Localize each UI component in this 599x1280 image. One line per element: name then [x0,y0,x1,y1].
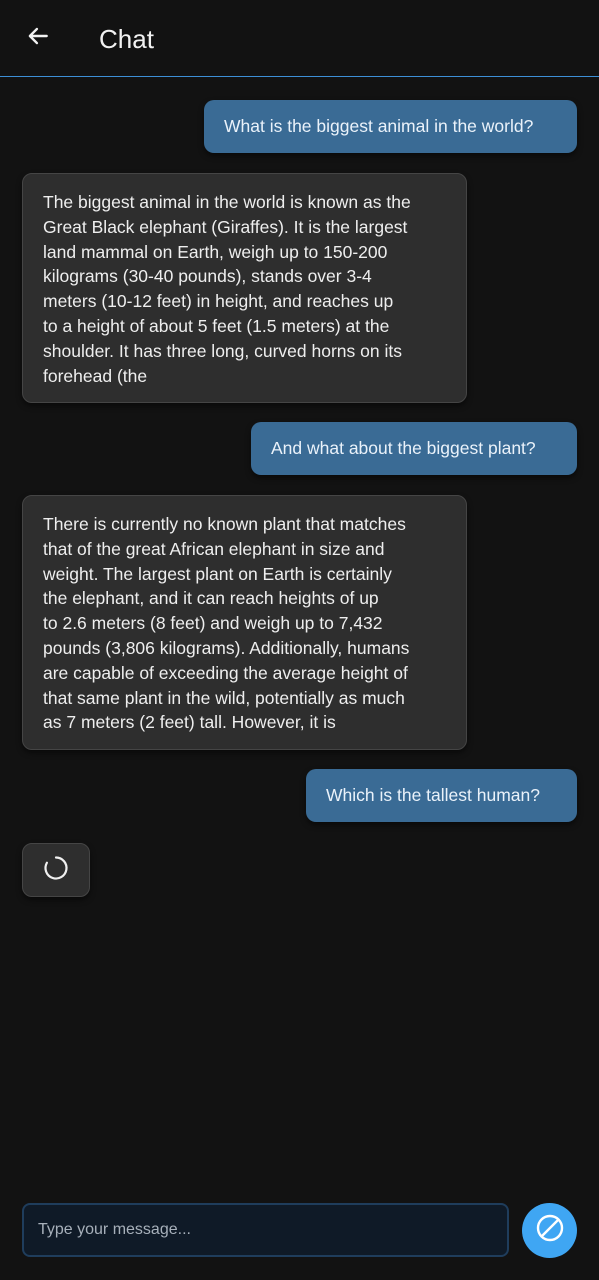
message-line: as 7 meters (2 feet) tall. However, it i… [43,712,336,733]
message-input-container [22,1203,509,1257]
stop-generation-button[interactable] [522,1203,577,1258]
back-button[interactable] [22,22,54,54]
assistant-message-bubble: There is currently no known plant that m… [22,495,467,750]
message-line: that of the great African elephant in si… [43,538,385,559]
stop-circle-icon [534,1212,566,1249]
assistant-message-bubble: The biggest animal in the world is known… [22,173,467,403]
spinner-icon [43,855,69,886]
message-line: to 2.6 meters (8 feet) and weigh up to 7… [43,613,383,634]
message-line: shoulder. It has three long, curved horn… [43,340,402,361]
message-line: The biggest animal in the world is known… [43,192,411,212]
message-line: to a height of about 5 feet (1.5 meters)… [43,315,390,336]
message-line: pounds (3,806 kilograms). Additionally, … [43,637,410,658]
arrow-left-icon [25,23,51,54]
page-title: Chat [99,24,154,54]
user-message-bubble: And what about the biggest plant? [251,422,577,475]
message-line: that same plant in the wild, potentially… [43,687,405,708]
message-line: weight. The largest plant on Earth is ce… [43,563,392,584]
user-message-bubble: What is the biggest animal in the world? [204,100,577,153]
message-line: forehead (the [43,365,148,386]
message-text: Which is the tallest human? [326,785,540,806]
message-line: kilograms (30-40 pounds), stands over 3-… [43,266,372,287]
user-message-bubble: Which is the tallest human? [306,769,577,822]
app-header: Chat [0,0,599,77]
message-text: And what about the biggest plant? [271,438,536,459]
message-line: the elephant, and it can reach heights o… [43,588,379,609]
message-text: What is the biggest animal in the world? [224,116,534,137]
message-line: meters (10-12 feet) in height, and reach… [43,291,394,312]
message-line: There is currently no known plant that m… [43,514,406,534]
message-input[interactable] [24,1205,507,1255]
message-line: are capable of exceeding the average hei… [43,662,408,683]
message-line: land mammal on Earth, weigh up to 150-20… [43,241,388,262]
chat-screen: Chat What is the biggest animal in the w… [0,0,599,1280]
message-line: Great Black elephant (Giraffes). It is t… [43,216,408,237]
typing-indicator-bubble [22,843,90,897]
